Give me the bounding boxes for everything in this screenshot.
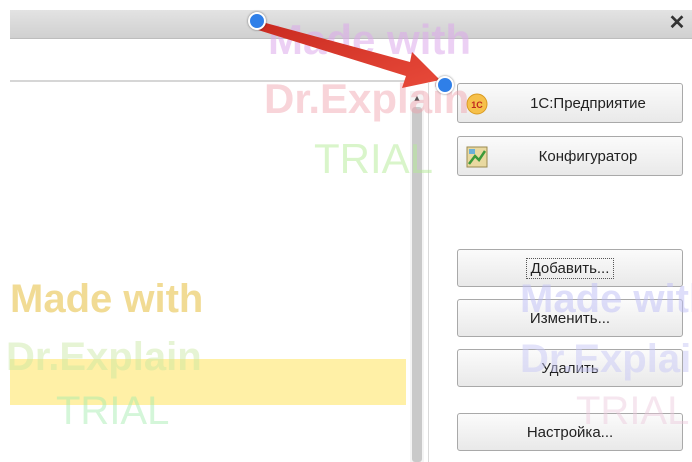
watermark-text: TRIAL bbox=[576, 389, 690, 433]
annotation-marker-start bbox=[248, 12, 266, 30]
watermark-text: Made with bbox=[268, 16, 472, 63]
close-icon[interactable]: ✕ bbox=[666, 12, 688, 34]
watermark-text: Made with bbox=[520, 277, 692, 321]
watermark-text: Dr.Explain bbox=[6, 335, 202, 379]
configurator-icon bbox=[466, 146, 488, 168]
watermark-text: TRIAL bbox=[56, 389, 170, 433]
annotation-marker-end bbox=[436, 76, 454, 94]
watermark-text: TRIAL bbox=[314, 135, 434, 182]
configurator-button[interactable]: Конфигуратор bbox=[457, 136, 683, 176]
enterprise-button[interactable]: 1С 1С:Предприятие bbox=[457, 83, 683, 123]
watermark-text: Made with bbox=[10, 277, 204, 321]
configurator-button-label: Конфигуратор bbox=[538, 147, 638, 165]
enterprise-button-label: 1С:Предприятие bbox=[530, 94, 646, 112]
1c-logo-text: 1С bbox=[471, 100, 483, 110]
watermark-text: Dr.Explain bbox=[520, 337, 692, 381]
